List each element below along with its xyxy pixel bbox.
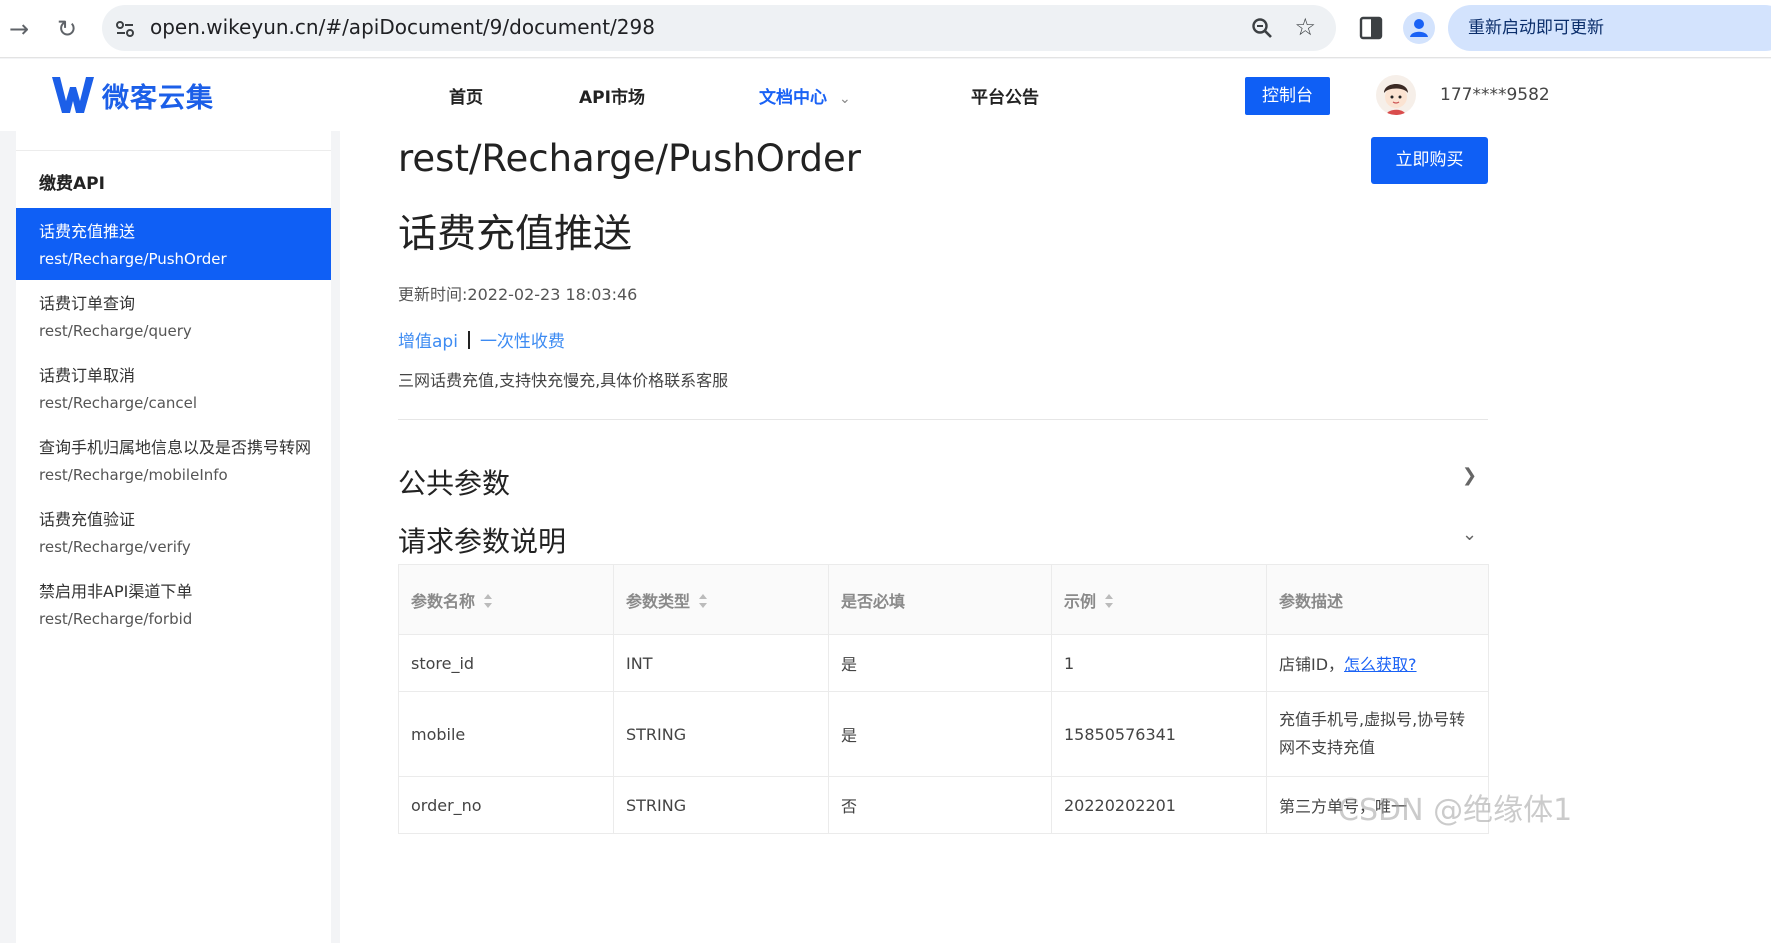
request-params-heading[interactable]: 请求参数说明 bbox=[398, 520, 566, 560]
user-phone[interactable]: 177****9582 bbox=[1440, 85, 1550, 105]
api-sidebar: 缴费API 话费充值推送 rest/Recharge/PushOrder 话费订… bbox=[16, 131, 331, 943]
column-header-name[interactable]: 参数名称 bbox=[398, 564, 614, 635]
api-path-heading: rest/Recharge/PushOrder bbox=[398, 137, 861, 180]
reload-icon[interactable]: ↻ bbox=[52, 14, 82, 44]
sidebar-item-mobile-info[interactable]: 查询手机归属地信息以及是否携号转网 rest/Recharge/mobileIn… bbox=[16, 424, 331, 496]
sidebar-item-query[interactable]: 话费订单查询 rest/Recharge/query bbox=[16, 280, 331, 352]
chevron-right-icon[interactable]: ❯ bbox=[1462, 465, 1477, 486]
cell-required: 否 bbox=[828, 776, 1052, 834]
cell-required: 是 bbox=[828, 634, 1052, 692]
profile-icon[interactable] bbox=[1403, 12, 1435, 44]
column-header-label: 参数类型 bbox=[626, 591, 691, 611]
cell-param-type: INT bbox=[613, 634, 829, 692]
update-time-label: 更新时间: bbox=[398, 285, 468, 304]
divider bbox=[16, 150, 331, 151]
address-bar[interactable]: open.wikeyun.cn/#/apiDocument/9/document… bbox=[102, 5, 1336, 51]
sidebar-item-cancel[interactable]: 话费订单取消 rest/Recharge/cancel bbox=[16, 352, 331, 424]
sort-icon[interactable] bbox=[698, 593, 708, 609]
sidebar-item-path: rest/Recharge/PushOrder bbox=[39, 250, 227, 268]
sidebar-item-name: 查询手机归属地信息以及是否携号转网 bbox=[39, 438, 312, 457]
cell-example: 1 bbox=[1051, 634, 1267, 692]
browser-toolbar: → ↻ open.wikeyun.cn/#/apiDocument/9/docu… bbox=[0, 0, 1771, 58]
update-time-value: 2022-02-23 18:03:46 bbox=[467, 285, 638, 304]
sidebar-item-path: rest/Recharge/forbid bbox=[39, 610, 193, 628]
site-settings-icon[interactable] bbox=[114, 18, 136, 40]
cell-description: 店铺ID，怎么获取? bbox=[1266, 634, 1489, 692]
nav-doc-center-label: 文档中心 bbox=[759, 88, 827, 108]
sidebar-item-name: 禁启用非API渠道下单 bbox=[39, 582, 193, 601]
cell-param-type: STRING bbox=[613, 691, 829, 777]
buy-now-button[interactable]: 立即购买 bbox=[1371, 137, 1488, 184]
cell-param-name: mobile bbox=[398, 691, 614, 777]
bookmark-star-icon[interactable]: ☆ bbox=[1294, 13, 1316, 41]
sidebar-item-name: 话费充值验证 bbox=[39, 510, 136, 529]
table-header-row: 参数名称 参数类型 是否必填 示例 参数描述 bbox=[398, 564, 1489, 635]
sidebar-item-forbid[interactable]: 禁启用非API渠道下单 rest/Recharge/forbid bbox=[16, 568, 331, 640]
table-row: store_id INT 是 1 店铺ID，怎么获取? bbox=[398, 634, 1489, 692]
update-time: 更新时间:2022-02-23 18:03:46 bbox=[398, 281, 637, 305]
site-header: 微客云集 首页 API市场 文档中心 ⌄ 平台公告 控制台 177****9582 bbox=[0, 59, 1771, 131]
column-header-label: 参数名称 bbox=[411, 591, 476, 611]
sidebar-section-title: 缴费API bbox=[39, 174, 105, 194]
sidebar-item-path: rest/Recharge/mobileInfo bbox=[39, 466, 228, 484]
nav-api-market[interactable]: API市场 bbox=[579, 83, 645, 108]
chevron-down-icon: ⌄ bbox=[839, 91, 851, 107]
logo-mark-icon bbox=[52, 77, 94, 113]
page-title: 话费充值推送 bbox=[398, 212, 633, 257]
sort-icon[interactable] bbox=[1104, 593, 1114, 609]
sort-icon[interactable] bbox=[483, 593, 493, 609]
sidebar-item-verify[interactable]: 话费充值验证 rest/Recharge/verify bbox=[16, 496, 331, 568]
sidebar-item-path: rest/Recharge/query bbox=[39, 322, 192, 340]
tag-one-time-fee[interactable]: 一次性收费 bbox=[480, 332, 565, 352]
nav-home[interactable]: 首页 bbox=[449, 83, 483, 108]
tag-value-added-api[interactable]: 增值api bbox=[398, 332, 458, 352]
logo[interactable]: 微客云集 bbox=[50, 73, 214, 117]
cell-example: 20220202201 bbox=[1051, 776, 1267, 834]
api-description: 三网话费充值,支持快充慢充,具体价格联系客服 bbox=[398, 371, 729, 390]
tag-separator bbox=[467, 331, 470, 349]
column-header-label: 示例 bbox=[1064, 591, 1097, 611]
cell-param-name: order_no bbox=[398, 776, 614, 834]
table-row: mobile STRING 是 15850576341 充值手机号,虚拟号,协号… bbox=[398, 691, 1489, 777]
sidebar-item-path: rest/Recharge/cancel bbox=[39, 394, 198, 412]
column-header-description: 参数描述 bbox=[1266, 564, 1489, 635]
cell-description-text: 店铺ID， bbox=[1279, 655, 1345, 674]
avatar[interactable] bbox=[1376, 75, 1416, 115]
sidebar-item-name: 话费订单查询 bbox=[39, 294, 136, 313]
zoom-icon[interactable] bbox=[1250, 16, 1274, 40]
cell-param-type: STRING bbox=[613, 776, 829, 834]
cell-param-name: store_id bbox=[398, 634, 614, 692]
sidebar-item-push-order[interactable]: 话费充值推送 rest/Recharge/PushOrder bbox=[16, 208, 331, 280]
cell-description: 充值手机号,虚拟号,协号转网不支持充值 bbox=[1266, 691, 1489, 777]
cell-example: 15850576341 bbox=[1051, 691, 1267, 777]
request-params-table: 参数名称 参数类型 是否必填 示例 参数描述 store_id INT 是 1 … bbox=[398, 564, 1489, 834]
nav-doc-center[interactable]: 文档中心 ⌄ bbox=[759, 83, 851, 108]
column-header-label: 是否必填 bbox=[841, 591, 906, 611]
chevron-down-icon[interactable]: ⌄ bbox=[1462, 524, 1477, 545]
column-header-type[interactable]: 参数类型 bbox=[613, 564, 829, 635]
public-params-heading[interactable]: 公共参数 bbox=[398, 462, 510, 502]
cell-required: 是 bbox=[828, 691, 1052, 777]
restart-update-button[interactable]: 重新启动即可更新 bbox=[1448, 5, 1771, 51]
sidebar-item-name: 话费订单取消 bbox=[39, 366, 136, 385]
sidebar-item-name: 话费充值推送 bbox=[39, 222, 136, 241]
forward-icon[interactable]: → bbox=[4, 14, 34, 44]
tag-list: 增值api 一次性收费 bbox=[398, 327, 565, 352]
console-button[interactable]: 控制台 bbox=[1245, 77, 1330, 115]
column-header-label: 参数描述 bbox=[1279, 591, 1344, 611]
divider bbox=[398, 419, 1488, 420]
table-row: order_no STRING 否 20220202201 第三方单号，唯一 bbox=[398, 776, 1489, 834]
url-text[interactable]: open.wikeyun.cn/#/apiDocument/9/document… bbox=[150, 15, 655, 39]
how-to-get-link[interactable]: 怎么获取? bbox=[1344, 655, 1417, 674]
sidebar-item-path: rest/Recharge/verify bbox=[39, 538, 191, 556]
side-panel-icon[interactable] bbox=[1358, 14, 1384, 42]
nav-announcements[interactable]: 平台公告 bbox=[971, 83, 1039, 108]
column-header-example[interactable]: 示例 bbox=[1051, 564, 1267, 635]
logo-text: 微客云集 bbox=[102, 82, 214, 114]
watermark: CSDN @绝缘体1 bbox=[1338, 793, 1573, 828]
column-header-required: 是否必填 bbox=[828, 564, 1052, 635]
